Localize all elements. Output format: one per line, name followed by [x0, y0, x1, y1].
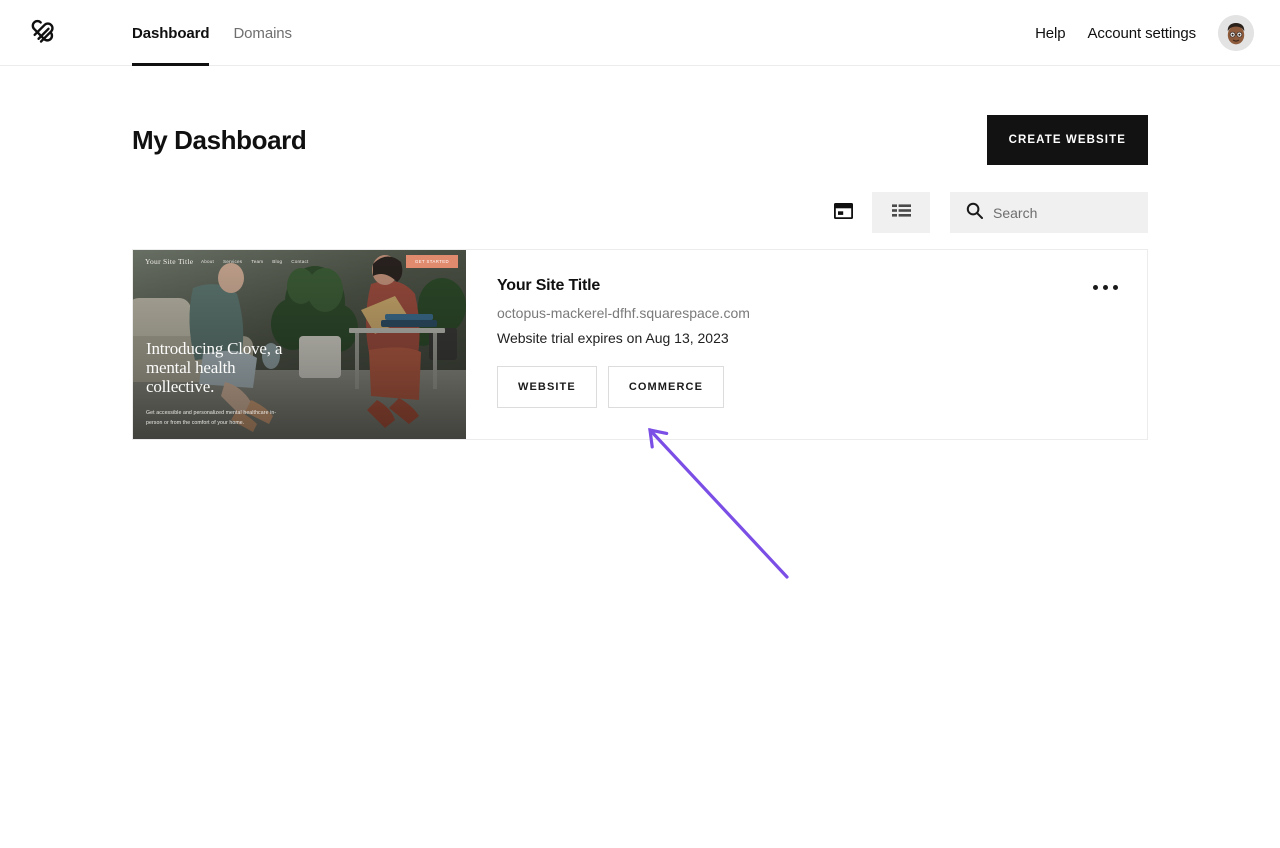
avatar[interactable]: [1218, 15, 1254, 51]
header-actions: Help Account settings: [1035, 0, 1254, 66]
more-dot-2: [1103, 285, 1108, 290]
site-card: Your Site Title About Services Team Blog…: [132, 249, 1148, 440]
site-title[interactable]: Your Site Title: [497, 277, 1117, 295]
page-title: My Dashboard: [132, 125, 306, 156]
thumb-headline: Introducing Clove, a mental health colle…: [146, 339, 282, 396]
thumb-nav-blog: Blog: [272, 259, 282, 264]
thumb-headline-line3: collective.: [146, 377, 282, 396]
thumb-cta-button: GET STARTED: [406, 255, 458, 268]
search-input[interactable]: [993, 205, 1132, 221]
site-url[interactable]: octopus-mackerel-dfhf.squarespace.com: [497, 305, 1117, 321]
thumb-nav-contact: Contact: [291, 259, 308, 264]
site-card-body: Your Site Title octopus-mackerel-dfhf.sq…: [466, 250, 1147, 439]
dashboard-page: My Dashboard CREATE WEBSITE: [0, 66, 1280, 440]
thumb-nav-about: About: [201, 259, 214, 264]
help-link[interactable]: Help: [1035, 25, 1065, 42]
account-settings-link[interactable]: Account settings: [1088, 25, 1196, 42]
more-options-icon[interactable]: [1085, 272, 1125, 302]
search-icon: [966, 202, 983, 224]
search-box[interactable]: [950, 192, 1148, 233]
thumb-body-line1: Get accessible and personalized mental h…: [146, 408, 276, 418]
thumb-headline-line2: mental health: [146, 358, 282, 377]
primary-nav: Dashboard Domains: [132, 0, 292, 66]
thumb-body-line2: person or from the comfort of your home.: [146, 418, 276, 428]
grid-view-icon: [834, 203, 853, 222]
thumb-body: Get accessible and personalized mental h…: [146, 408, 276, 428]
list-view-button[interactable]: [872, 192, 930, 233]
nav-tab-dashboard[interactable]: Dashboard: [132, 0, 209, 66]
list-view-icon: [892, 204, 911, 221]
more-dot-1: [1093, 285, 1098, 290]
thumb-brand: Your Site Title: [145, 257, 193, 266]
website-button[interactable]: WEBSITE: [497, 366, 597, 408]
view-toggle-group: [814, 192, 930, 233]
list-toolbar: [132, 192, 1148, 233]
nav-tab-domains[interactable]: Domains: [233, 0, 292, 66]
site-card-actions: WEBSITE COMMERCE: [497, 366, 1117, 408]
nav-tab-dashboard-label: Dashboard: [132, 25, 209, 42]
nav-tab-domains-label: Domains: [233, 25, 292, 42]
thumb-nav: About Services Team Blog Contact: [201, 259, 309, 264]
commerce-button[interactable]: COMMERCE: [608, 366, 724, 408]
site-thumbnail[interactable]: Your Site Title About Services Team Blog…: [133, 250, 466, 439]
squarespace-logo-icon[interactable]: [26, 12, 66, 52]
create-website-button[interactable]: CREATE WEBSITE: [987, 115, 1148, 165]
thumb-nav-team: Team: [251, 259, 263, 264]
page-title-row: My Dashboard CREATE WEBSITE: [132, 66, 1148, 184]
grid-view-button[interactable]: [814, 192, 872, 233]
more-dot-3: [1113, 285, 1118, 290]
site-trial-status: Website trial expires on Aug 13, 2023: [497, 330, 1117, 346]
app-header: Dashboard Domains Help Account settings: [0, 0, 1280, 66]
thumb-nav-services: Services: [223, 259, 242, 264]
thumb-headline-line1: Introducing Clove, a: [146, 339, 282, 358]
